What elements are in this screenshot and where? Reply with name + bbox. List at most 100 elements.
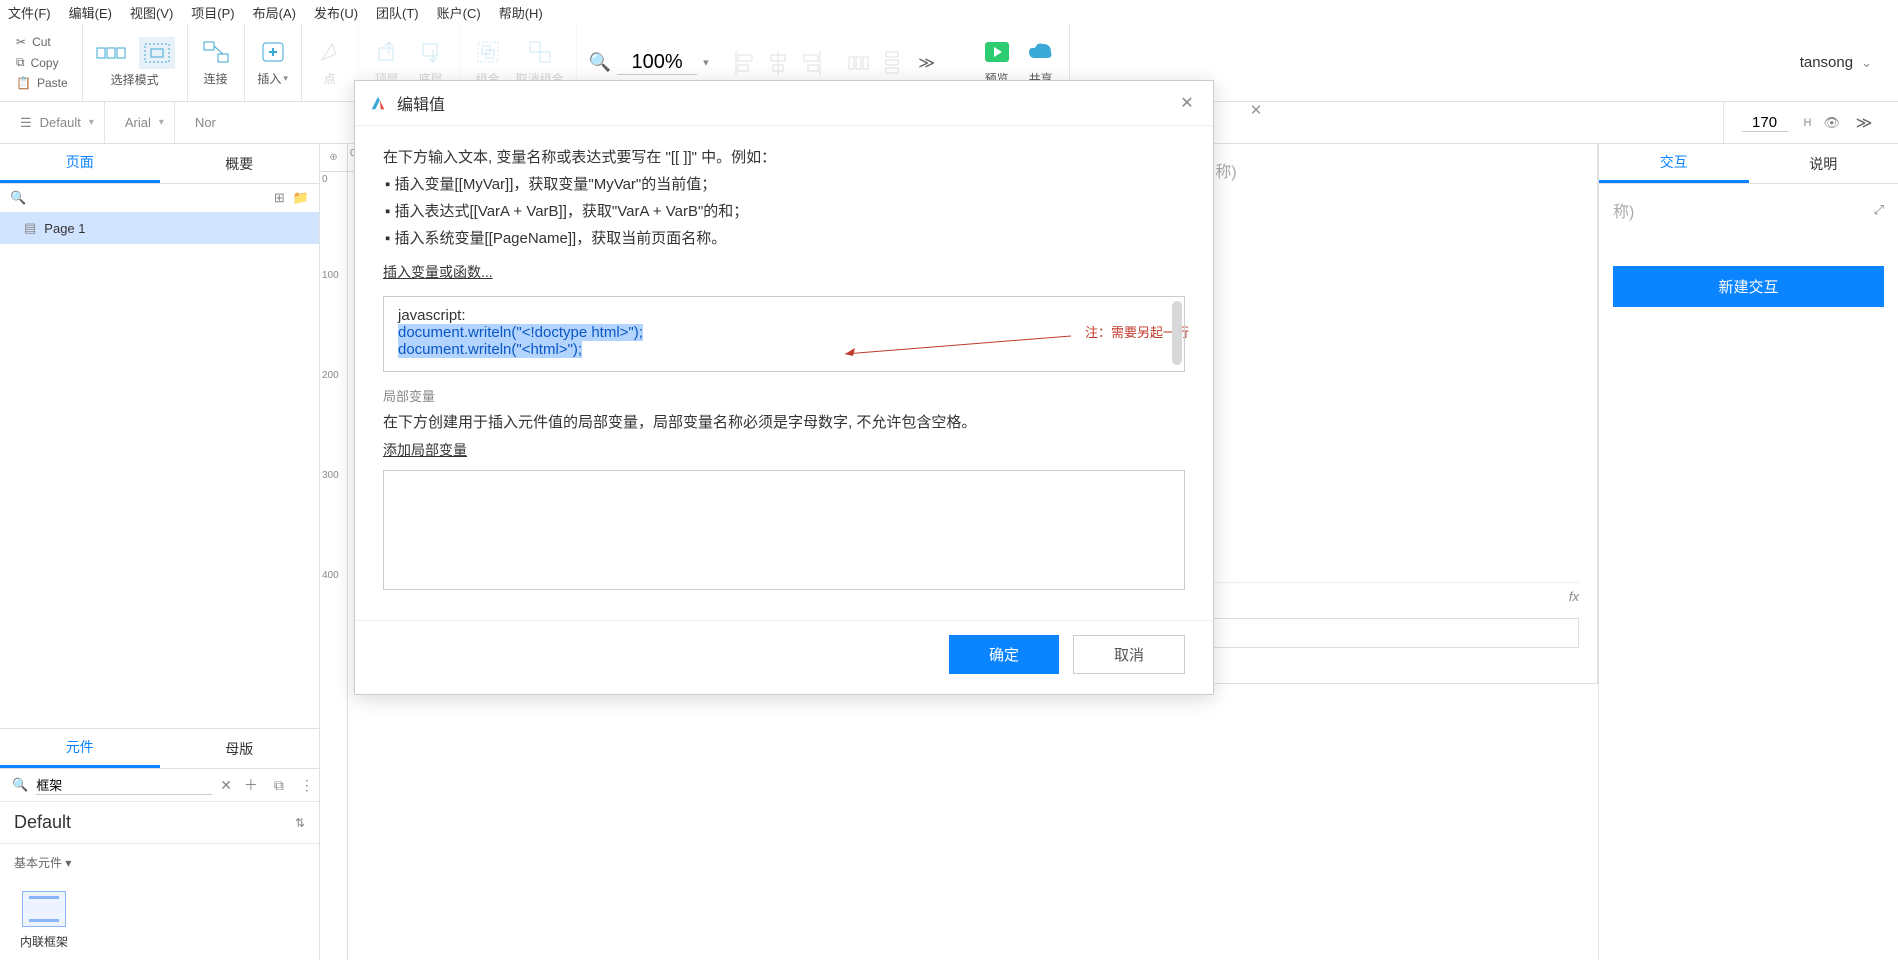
eye-icon[interactable]: 👁 [1823,115,1840,131]
font-value: Arial [125,115,151,130]
point-group: 点 [302,24,359,101]
menu-file[interactable]: 文件(F) [8,3,51,22]
inspector-value-box[interactable] [1194,618,1579,648]
tab-interactions[interactable]: 交互 [1599,144,1749,183]
menu-account[interactable]: 账户(C) [437,3,481,22]
search-icon[interactable]: 🔍 [589,52,611,73]
select-mode-button[interactable] [95,39,127,67]
pages-tabs: 页面 概要 [0,144,319,184]
element-name-placeholder[interactable]: 称) [1613,198,1634,222]
weight-dropdown[interactable]: Nor [185,102,226,143]
scrollbar[interactable] [1172,301,1182,365]
ruler-tick: 300 [322,470,339,481]
width-input[interactable] [1742,114,1788,132]
paste-button[interactable]: 📋 Paste [12,74,72,92]
cut-label: Cut [32,35,51,49]
bullet-2: ▪ 插入表达式[[VarA + VarB]]，获取"VarA + VarB"的和… [385,198,1185,225]
inspector-panel: (名称) fx [1176,144,1598,684]
tab-pages[interactable]: 页面 [0,144,160,183]
library-icon[interactable]: ⧉ [270,777,288,794]
select-mode-label: 选择模式 [111,71,159,88]
insert-button[interactable]: 插入 ▾ [257,38,289,87]
ok-button[interactable]: 确定 [949,635,1059,674]
pages-search-input[interactable] [34,191,266,206]
menu-publish[interactable]: 发布(U) [314,3,358,22]
style-dropdown[interactable]: ☰ Default ▾ [10,102,105,143]
components-panel: 元件 母版 🔍 ✕ ＋ ⧉ ⋮ Default ⇅ 基本元件 ▾ 内联框架 [0,728,319,960]
align-left-icon [733,49,755,77]
bullet-1: ▪ 插入变量[[MyVar]]，获取变量"MyVar"的当前值； [385,171,1185,198]
more-icon[interactable]: ⋮ [296,777,318,794]
clipboard-icon: 📋 [16,76,31,90]
new-interaction-button[interactable]: 新建交互 [1613,266,1884,307]
menu-help[interactable]: 帮助(H) [499,3,543,22]
username-label: tansong [1800,54,1853,71]
cut-button[interactable]: ✂ Cut [12,33,55,51]
add-page-icon[interactable]: ⊞ [274,190,285,206]
menu-arrange[interactable]: 布局(A) [253,3,296,22]
select-contained-icon [141,39,173,67]
distribute-h-icon [847,49,869,77]
edit-value-dialog: 编辑值 ✕ 在下方输入文本, 变量名称或表达式要写在 "[[ ]]" 中。例如：… [354,80,1214,695]
select-contained-button[interactable] [139,37,175,69]
align-center-icon [767,49,789,77]
folder-icon[interactable]: 📁 [293,190,309,206]
right-panel: 交互 说明 称) ⤢ 新建交互 [1598,144,1898,960]
format-more-button[interactable]: ≫ [1852,111,1876,135]
code-line-2: document.writeln("<!doctype html>"); [398,324,643,341]
search-icon[interactable]: 🔍 [10,190,26,206]
tab-outline[interactable]: 概要 [160,144,320,183]
widget-label: 内联框架 [20,933,68,950]
weight-value: Nor [195,115,216,130]
popout-icon[interactable]: ⤢ [1874,202,1884,218]
select-icon [95,39,127,67]
cancel-button[interactable]: 取消 [1073,635,1185,674]
page-item[interactable]: ▤ Page 1 [0,212,319,244]
menu-team[interactable]: 团队(T) [376,3,419,22]
user-menu[interactable]: tansong ⌄ [1782,54,1890,71]
scissors-icon: ✂ [16,35,26,49]
connect-button[interactable]: 连接 [200,38,232,87]
copy-button[interactable]: ⧉ Copy [12,53,63,72]
ruler-origin[interactable]: ⊕ [320,144,348,172]
insert-group: 插入 ▾ [245,24,302,101]
ruler-tick: 200 [322,370,339,381]
zoom-input[interactable] [617,51,697,75]
add-widget-icon[interactable]: ＋ [240,775,262,795]
panel-close-icon[interactable]: ✕ [1240,96,1272,124]
widget-search-input[interactable] [36,775,212,795]
widget-section-title[interactable]: 基本元件 ▾ [0,844,319,881]
intro-text: 在下方输入文本, 变量名称或表达式要写在 "[[ ]]" 中。例如： [383,144,1185,171]
width-label: H [1804,117,1812,129]
tab-notes[interactable]: 说明 [1749,144,1898,183]
connect-icon [200,38,232,66]
add-local-var-link[interactable]: 添加局部变量 [383,442,467,458]
fx-button[interactable]: fx [1176,583,1597,610]
dialog-instructions: 在下方输入文本, 变量名称或表达式要写在 "[[ ]]" 中。例如： ▪ 插入变… [383,144,1185,252]
widget-inline-frame[interactable]: 内联框架 [20,891,68,950]
chevron-down-icon[interactable]: ▾ [703,56,709,69]
distribute-v-icon [881,49,903,77]
insert-variable-link[interactable]: 插入变量或函数... [383,262,493,282]
point-icon [314,38,346,66]
menu-project[interactable]: 项目(P) [191,3,234,22]
library-select[interactable]: Default ⇅ [0,802,319,844]
toolbar-more-button[interactable]: ≫ [915,51,939,75]
local-vars-box[interactable] [383,470,1185,590]
point-label: 点 [324,70,336,87]
ungroup-icon [524,38,556,66]
chevron-updown-icon: ⇅ [295,816,305,830]
page-name-label: Page 1 [44,221,85,236]
menu-view[interactable]: 视图(V) [130,3,173,22]
clear-search-icon[interactable]: ✕ [220,777,232,794]
tab-widgets[interactable]: 元件 [0,729,160,768]
expression-textarea[interactable]: javascript: document.writeln("<!doctype … [383,296,1185,372]
local-vars-instruction: 在下方创建用于插入元件值的局部变量，局部变量名称必须是字母数字, 不允许包含空格… [383,411,1185,432]
dialog-title: 编辑值 [397,91,1175,115]
align-right-icon [801,49,823,77]
font-dropdown[interactable]: Arial ▾ [115,102,175,143]
menu-edit[interactable]: 编辑(E) [69,3,112,22]
iframe-icon [22,891,66,927]
close-icon[interactable]: ✕ [1175,91,1199,115]
tab-masters[interactable]: 母版 [160,729,320,768]
